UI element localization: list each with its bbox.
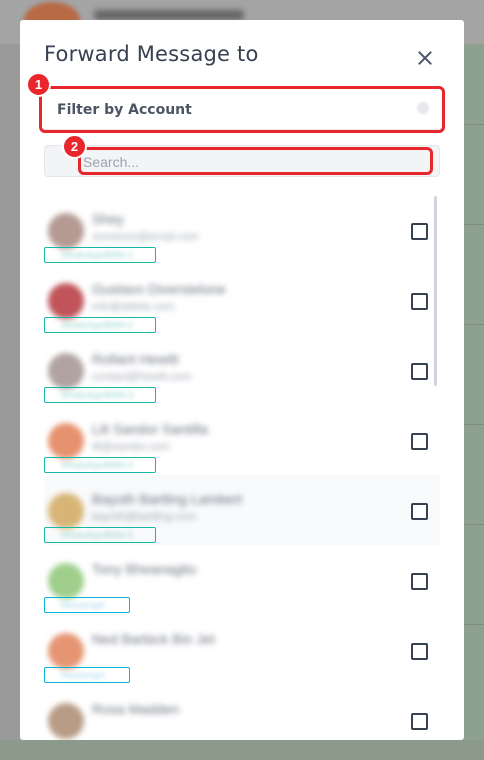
background-footer bbox=[0, 740, 484, 760]
avatar bbox=[48, 353, 84, 389]
select-checkbox[interactable] bbox=[411, 643, 428, 660]
select-checkbox[interactable] bbox=[411, 293, 428, 310]
contact-name: Bayoth Bartling Lambert bbox=[92, 491, 243, 507]
account-tag: WhatsApp/BMN-4 bbox=[44, 457, 156, 473]
avatar bbox=[48, 423, 84, 459]
close-icon[interactable] bbox=[412, 46, 438, 72]
contact-row[interactable]: Ned Barbick Bin Jet Messenger bbox=[44, 615, 440, 685]
contact-name: Tony Bheanagito bbox=[92, 561, 197, 577]
annotation-badge-2: 2 bbox=[62, 134, 87, 159]
account-tag-label: WhatsApp/BMN-1 bbox=[61, 250, 134, 260]
contact-name: Rosa Madden bbox=[92, 701, 180, 717]
select-checkbox[interactable] bbox=[411, 433, 428, 450]
contact-name: Lili Sandor Santilla bbox=[92, 421, 208, 437]
avatar bbox=[48, 703, 84, 739]
background-side-panel bbox=[464, 44, 484, 760]
background-title bbox=[94, 10, 244, 20]
account-tag-label: WhatsApp/BMN-3 bbox=[61, 390, 134, 400]
select-checkbox[interactable] bbox=[411, 503, 428, 520]
modal-title: Forward Message to bbox=[44, 42, 259, 66]
account-tag: WhatsApp/BMN-3 bbox=[44, 387, 156, 403]
annotation-highlight-2 bbox=[78, 147, 433, 175]
avatar bbox=[48, 563, 84, 599]
account-tag: WhatsApp/BMN-1 bbox=[44, 247, 156, 263]
account-tag: WhatsApp/BMN-2 bbox=[44, 317, 156, 333]
account-tag-label: WhatsApp/BMN-2 bbox=[61, 320, 134, 330]
annotation-highlight-1 bbox=[39, 86, 445, 133]
select-checkbox[interactable] bbox=[411, 223, 428, 240]
avatar bbox=[48, 213, 84, 249]
contact-detail: lili@sandor.com bbox=[92, 441, 170, 453]
contact-detail: info@delete.com bbox=[92, 301, 175, 313]
contact-name: Shey bbox=[92, 211, 124, 227]
account-tag-label: Messenger bbox=[61, 670, 106, 680]
account-tag: WhatsApp/BMN-5 bbox=[44, 527, 156, 543]
contact-name: Gustavo Diverstelone bbox=[92, 281, 226, 297]
contact-row[interactable]: Gustavo Diverstelone info@delete.com Whats… bbox=[44, 265, 440, 335]
contact-name: Ned Barbick Bin Jet bbox=[92, 631, 215, 647]
select-checkbox[interactable] bbox=[411, 363, 428, 380]
annotation-badge-1: 1 bbox=[26, 72, 51, 97]
contact-row[interactable]: Shey someone@email.com WhatsApp/BMN-1 bbox=[44, 195, 440, 265]
contact-row[interactable]: Tony Bheanagito Messenger bbox=[44, 545, 440, 615]
contact-detail: contact@hewitt.com bbox=[92, 371, 192, 383]
contact-row[interactable]: Lili Sandor Santilla lili@sandor.com Whats… bbox=[44, 405, 440, 475]
select-checkbox[interactable] bbox=[411, 573, 428, 590]
account-tag-label: Messenger bbox=[61, 600, 106, 610]
account-tag-label: WhatsApp/BMN-5 bbox=[61, 530, 134, 540]
forward-message-modal: Forward Message to Filter by Account She… bbox=[20, 20, 464, 740]
contact-list: Shey someone@email.com WhatsApp/BMN-1 Gusta… bbox=[44, 195, 440, 740]
contact-row[interactable]: Rollant Hewitt contact@hewitt.com WhatsApp… bbox=[44, 335, 440, 405]
contact-name: Rollant Hewitt bbox=[92, 351, 179, 367]
avatar bbox=[48, 493, 84, 529]
contact-row[interactable]: Bayoth Bartling Lambert bayoth@bartling.c… bbox=[44, 475, 440, 545]
contact-detail: bayoth@bartling.com bbox=[92, 511, 197, 523]
account-tag: Messenger bbox=[44, 597, 130, 613]
contact-row[interactable]: Rosa Madden bbox=[44, 685, 440, 740]
avatar bbox=[48, 283, 84, 319]
avatar bbox=[48, 633, 84, 669]
scrollbar[interactable] bbox=[434, 196, 437, 386]
contact-detail: someone@email.com bbox=[92, 231, 199, 243]
select-checkbox[interactable] bbox=[411, 713, 428, 730]
account-tag: Messenger bbox=[44, 667, 130, 683]
account-tag-label: WhatsApp/BMN-4 bbox=[61, 460, 134, 470]
